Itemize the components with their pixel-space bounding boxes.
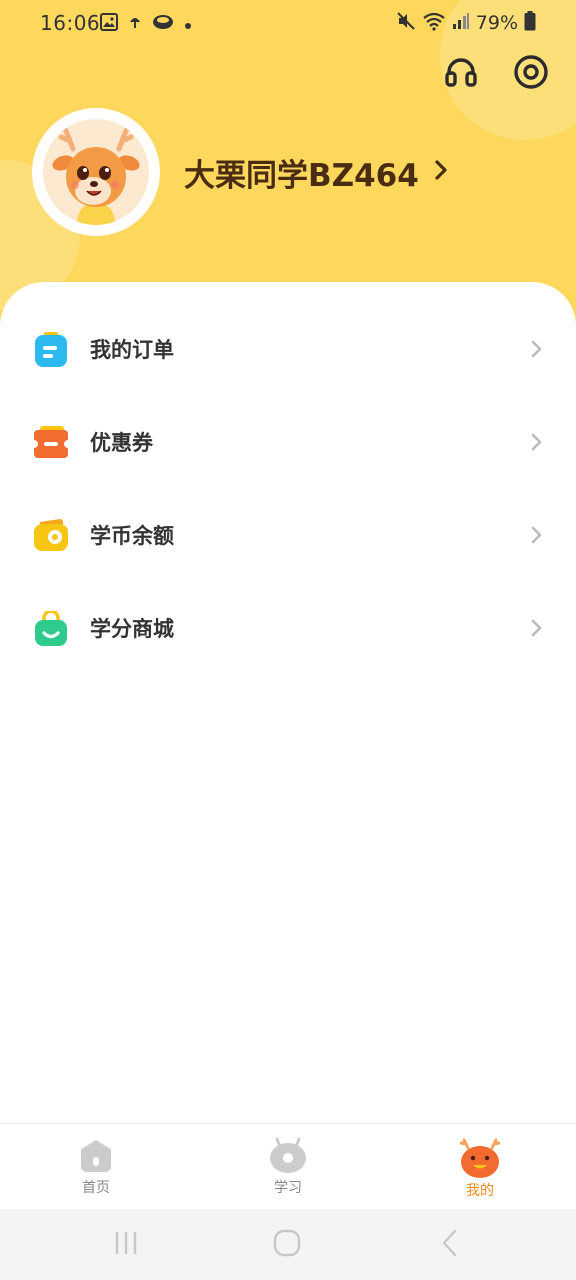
profile-name: 大栗同学BZ464 (184, 157, 419, 194)
order-icon (34, 331, 68, 367)
home-icon (76, 1136, 116, 1176)
system-nav-bar (0, 1209, 576, 1280)
dot-icon (184, 15, 192, 34)
status-right: 79% (396, 11, 536, 35)
chevron-right-icon (435, 160, 447, 184)
customer-service-button[interactable] (441, 54, 481, 94)
tab-study[interactable]: 学习 (192, 1124, 384, 1210)
mute-icon (396, 11, 416, 35)
wallet-icon (34, 518, 68, 552)
deer-mascot-avatar (43, 119, 149, 225)
signal-icon (452, 12, 470, 34)
main-card: 我的订单 优惠券 学币余额 学分商城 (0, 282, 576, 1124)
menu-item-coupons[interactable]: 优惠券 (0, 395, 576, 488)
chevron-right-icon (530, 432, 544, 452)
settings-icon (513, 54, 549, 94)
shop-bag-icon (34, 608, 68, 646)
menu-list: 我的订单 优惠券 学币余额 学分商城 (0, 302, 576, 674)
menu-item-coin-balance[interactable]: 学币余额 (0, 488, 576, 581)
study-icon (268, 1136, 308, 1176)
wifi-icon (422, 11, 446, 35)
chevron-right-icon (530, 618, 544, 638)
menu-item-orders[interactable]: 我的订单 (0, 302, 576, 395)
menu-item-label: 学币余额 (90, 523, 174, 548)
gallery-icon (100, 13, 118, 35)
home-button[interactable] (267, 1227, 307, 1263)
menu-item-label: 学分商城 (90, 616, 174, 641)
home-circle-icon (273, 1229, 301, 1261)
tab-bar: 首页 学习 我的 (0, 1123, 576, 1210)
recents-button[interactable] (106, 1227, 146, 1263)
tab-label: 我的 (466, 1183, 494, 1199)
tab-label: 学习 (274, 1180, 302, 1196)
tab-home[interactable]: 首页 (0, 1124, 192, 1210)
coupon-icon (34, 425, 68, 459)
app-icon (152, 13, 174, 35)
weather-icon (128, 14, 142, 34)
chevron-right-icon (530, 339, 544, 359)
tab-mine[interactable]: 我的 (384, 1124, 576, 1210)
avatar[interactable] (32, 108, 160, 236)
battery-percent: 79% (475, 12, 518, 34)
profile-name-link[interactable]: 大栗同学BZ464 (184, 148, 447, 196)
battery-icon (524, 11, 536, 35)
back-button[interactable] (430, 1227, 470, 1263)
menu-item-label: 我的订单 (90, 337, 174, 362)
status-bar: 16:06 79% (0, 0, 576, 48)
status-left-icons (100, 13, 192, 35)
menu-item-points-mall[interactable]: 学分商城 (0, 581, 576, 674)
chevron-right-icon (530, 525, 544, 545)
tab-label: 首页 (82, 1180, 110, 1196)
back-icon (440, 1228, 460, 1262)
headset-icon (444, 55, 478, 93)
mine-icon (459, 1136, 501, 1178)
settings-button[interactable] (511, 54, 551, 94)
recents-icon (113, 1230, 139, 1260)
menu-item-label: 优惠券 (90, 430, 153, 455)
status-time: 16:06 (40, 11, 101, 35)
